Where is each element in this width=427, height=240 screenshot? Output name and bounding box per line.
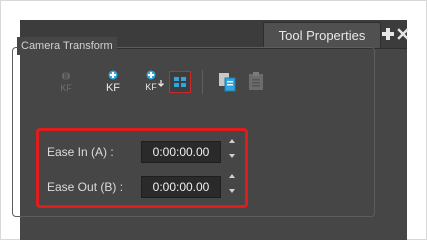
svg-text:KF: KF — [106, 82, 120, 94]
tab-tool-properties[interactable]: Tool Properties — [263, 22, 381, 48]
add-keyframe-icon[interactable]: KF — [101, 70, 125, 94]
selected-mode-button[interactable] — [169, 71, 191, 93]
add-keyframe-next-icon[interactable]: KF — [141, 70, 165, 94]
close-icon[interactable] — [396, 27, 410, 41]
ease-fields-highlight — [36, 128, 248, 208]
copy-icon[interactable] — [215, 70, 239, 94]
selected-mode-icon — [174, 77, 186, 87]
toolbar-separator — [202, 70, 203, 94]
group-title: Camera Transform — [17, 37, 117, 55]
paste-icon — [249, 72, 263, 90]
svg-text:KF: KF — [60, 83, 72, 93]
svg-text:KF: KF — [145, 82, 157, 92]
delete-keyframe-icon: KF — [60, 72, 72, 93]
plus-icon[interactable] — [381, 27, 395, 41]
